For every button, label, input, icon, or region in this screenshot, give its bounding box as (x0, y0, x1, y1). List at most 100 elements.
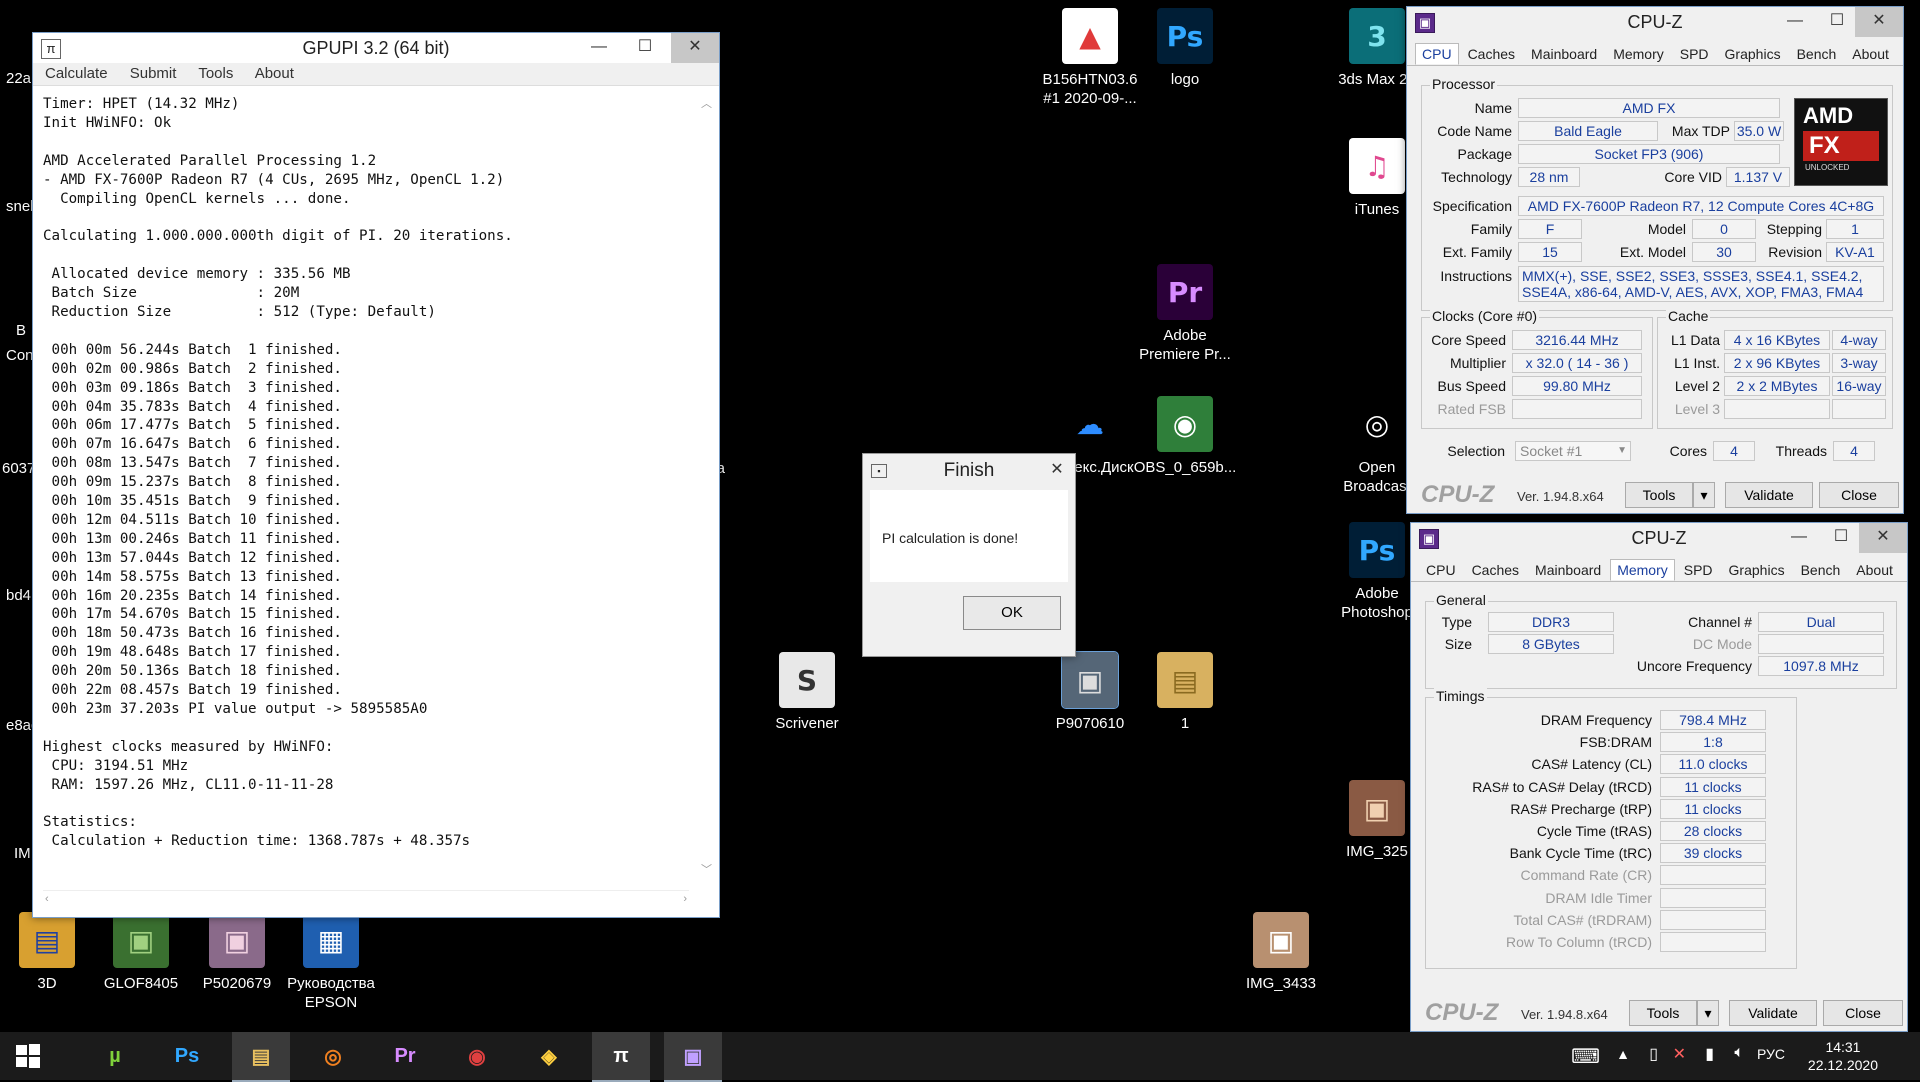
scroll-down-icon[interactable]: ﹀ (701, 861, 712, 877)
cpuz-titlebar[interactable]: ▣ CPU-Z — ☐ ✕ (1407, 7, 1903, 37)
maximize-icon[interactable]: ☐ (1823, 523, 1859, 553)
taskbar-gpupi[interactable]: π (592, 1032, 650, 1082)
desktop-icon-glof[interactable]: ▣ GLOF8405 (86, 912, 196, 993)
tools-button[interactable]: Tools (1625, 482, 1693, 508)
tab-mainboard[interactable]: Mainboard (1528, 559, 1608, 581)
minimize-icon[interactable]: — (1781, 523, 1817, 553)
tab-memory[interactable]: Memory (1610, 559, 1675, 581)
gpupi-titlebar[interactable]: π GPUPI 3.2 (64 bit) — ☐ ✕ (33, 33, 719, 63)
vertical-scrollbar[interactable]: ︿ ﹀ (699, 95, 713, 877)
tools-dropdown-icon[interactable]: ▾ (1697, 1000, 1719, 1026)
dialog-titlebar[interactable]: ▪ Finish ✕ (863, 454, 1075, 488)
desktop-icon-logo[interactable]: Ps logo (1130, 8, 1240, 89)
maximize-icon[interactable]: ☐ (1819, 7, 1855, 37)
network-icon[interactable]: ✕ (1673, 1044, 1686, 1064)
desktop-icon-obs[interactable]: ◉ OBS_0_659b... (1130, 396, 1240, 477)
tab-spd[interactable]: SPD (1677, 559, 1720, 581)
tab-mainboard[interactable]: Mainboard (1524, 43, 1604, 65)
desktop-icon-img3433[interactable]: ▣ IMG_3433 (1226, 912, 1336, 993)
scroll-right-icon[interactable]: › (683, 893, 687, 905)
desktop-icon-p9070610[interactable]: ▣ P9070610 (1035, 651, 1145, 733)
group-label: Clocks (Core #0) (1430, 308, 1540, 324)
tab-about[interactable]: About (1845, 43, 1896, 65)
taskbar-chrome[interactable]: ◉ (448, 1032, 506, 1080)
taskbar-photoshop[interactable]: Ps (158, 1032, 216, 1080)
start-button[interactable] (0, 1032, 56, 1080)
validate-button[interactable]: Validate (1729, 1000, 1817, 1026)
ok-button[interactable]: OK (963, 596, 1061, 630)
close-button[interactable]: Close (1819, 482, 1899, 508)
taskbar-cpuz[interactable]: ▣ (664, 1032, 722, 1082)
minimize-icon[interactable]: — (1777, 7, 1813, 37)
tab-bench[interactable]: Bench (1794, 559, 1848, 581)
menu-submit[interactable]: Submit (130, 65, 177, 82)
yadisk-icon: ☁ (1062, 396, 1118, 452)
tray-chevron-icon[interactable]: ▲ (1616, 1046, 1630, 1062)
desktop-icon-folder1[interactable]: ▤ 1 (1130, 652, 1240, 733)
tools-button[interactable]: Tools (1629, 1000, 1697, 1026)
selection-dropdown[interactable]: Socket #1 ▼ (1515, 441, 1631, 461)
taskbar-blender[interactable]: ◎ (304, 1032, 362, 1080)
menu-about[interactable]: About (255, 65, 294, 82)
tab-caches[interactable]: Caches (1465, 559, 1526, 581)
cpuz-brand: CPU-Z (1425, 999, 1499, 1026)
taskbar: µ Ps ▤ ◎ Pr ◉ ◈ π ▣ ⌨ ▲ ▯ ✕ ▮ 🔈︎ РУС 14:31 22.12… (0, 1032, 1920, 1082)
tab-cpu[interactable]: CPU (1419, 559, 1463, 581)
scroll-left-icon[interactable]: ‹ (45, 893, 49, 905)
keyboard-icon[interactable]: ⌨ (1571, 1044, 1600, 1069)
taskbar-camera[interactable]: ◈ (520, 1032, 578, 1080)
taskbar-premiere[interactable]: Pr (376, 1032, 434, 1080)
cpuz-footer: CPU-Z Ver. 1.94.8.x64 Tools ▾ Validate C… (1407, 477, 1903, 513)
selection-row: Selection Socket #1 ▼ Cores 4 Threads 4 (1421, 433, 1891, 469)
tab-spd[interactable]: SPD (1673, 43, 1716, 65)
window-title: CPU-Z (1627, 11, 1683, 32)
minimize-icon[interactable]: — (581, 33, 617, 63)
close-icon[interactable]: ✕ (1855, 7, 1903, 37)
tab-cpu[interactable]: CPU (1415, 43, 1459, 65)
taskbar-utorrent[interactable]: µ (86, 1032, 144, 1080)
tools-dropdown-icon[interactable]: ▾ (1693, 482, 1715, 508)
fx-logo-text: FX (1803, 131, 1879, 161)
close-button[interactable]: Close (1823, 1000, 1903, 1026)
maximize-icon[interactable]: ☐ (627, 33, 663, 63)
menu-tools[interactable]: Tools (198, 65, 233, 82)
menu-calculate[interactable]: Calculate (45, 65, 108, 82)
close-icon[interactable]: ✕ (1039, 454, 1075, 484)
cpuz-tabbar: CPU Caches Mainboard Memory SPD Graphics… (1407, 37, 1903, 66)
chevron-down-icon: ▼ (1617, 445, 1627, 456)
close-icon[interactable]: ✕ (671, 33, 719, 63)
signal-icon[interactable]: ▮ (1705, 1044, 1714, 1064)
name-label: Name (1474, 100, 1512, 116)
close-icon[interactable]: ✕ (1859, 523, 1907, 553)
pi-icon: π (41, 39, 61, 59)
level3-label: Level 3 (1674, 401, 1720, 417)
tab-graphics[interactable]: Graphics (1718, 43, 1788, 65)
desktop-icon-epson[interactable]: ▦ Руководства EPSON (276, 912, 386, 1012)
desktop-icon-label: GLOF8405 (103, 975, 179, 992)
tab-caches[interactable]: Caches (1461, 43, 1522, 65)
validate-button[interactable]: Validate (1725, 482, 1813, 508)
battery-icon[interactable]: ▯ (1649, 1044, 1658, 1064)
desktop-icon-b156[interactable]: ▲ B156HTN03.6 #1 2020-09-... (1035, 8, 1145, 108)
timing-value: 39 clocks (1660, 843, 1766, 864)
tab-about[interactable]: About (1849, 559, 1900, 581)
desktop-icon-scrivener[interactable]: S Scrivener (752, 652, 862, 733)
group-label: Timings (1434, 688, 1487, 704)
desktop-icon-premiere[interactable]: Pr Adobe Premiere Pr... (1130, 264, 1240, 364)
horizontal-scrollbar[interactable]: ‹ › (43, 890, 689, 909)
cpuz-app-icon: ▣ (1419, 529, 1439, 549)
dcmode-value (1758, 634, 1884, 654)
scroll-up-icon[interactable]: ︿ (701, 95, 712, 111)
l1inst-label: L1 Inst. (1674, 355, 1720, 371)
clock[interactable]: 14:31 22.12.2020 (1808, 1038, 1878, 1074)
cpuz-titlebar[interactable]: ▣ CPU-Z — ☐ ✕ (1411, 523, 1907, 553)
tab-memory[interactable]: Memory (1606, 43, 1671, 65)
taskbar-explorer[interactable]: ▤ (232, 1032, 290, 1082)
clock-date: 22.12.2020 (1807, 1057, 1878, 1073)
tab-graphics[interactable]: Graphics (1722, 559, 1792, 581)
language-indicator[interactable]: РУС (1757, 1046, 1785, 1062)
tab-bench[interactable]: Bench (1790, 43, 1844, 65)
timing-value: 1:8 (1660, 732, 1766, 753)
timing-label: DRAM Idle Timer (1545, 889, 1652, 906)
volume-icon[interactable]: 🔈︎ (1734, 1044, 1744, 1062)
